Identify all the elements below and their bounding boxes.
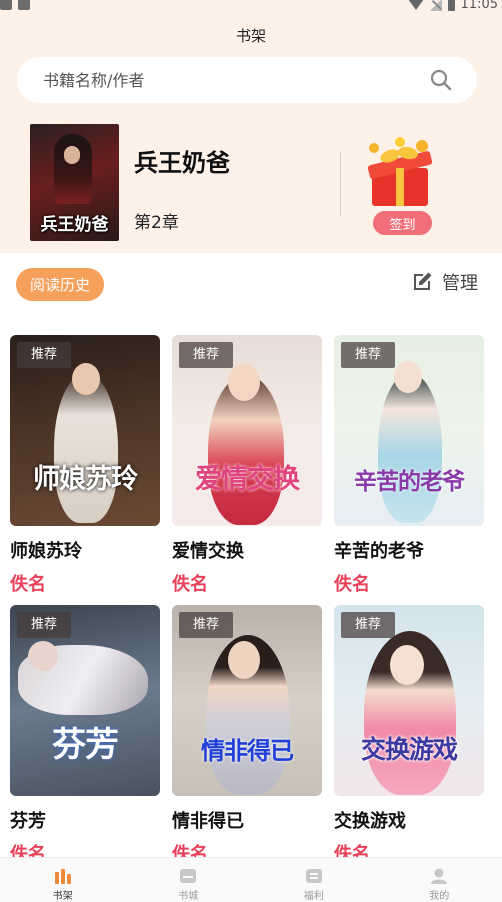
nav-welfare[interactable]: 福利 <box>251 858 377 902</box>
book-card[interactable]: 推荐 辛苦的老爷 辛苦的老爷 佚名 <box>334 335 484 596</box>
edit-icon <box>414 272 432 290</box>
nav-label: 福利 <box>303 891 324 902</box>
recommend-badge: 推荐 <box>17 612 71 638</box>
book-author: 佚名 <box>172 574 208 595</box>
book-author: 佚名 <box>10 574 46 595</box>
book-cover[interactable]: 推荐 芬芳 <box>10 605 160 796</box>
search-input[interactable] <box>43 57 423 103</box>
bookshelf-icon <box>54 869 71 884</box>
notification-icons <box>0 0 30 10</box>
book-name[interactable]: 芬芳 <box>10 807 160 833</box>
signin-button[interactable]: 签到 <box>373 211 432 235</box>
book-author: 佚名 <box>334 574 370 595</box>
notification-icon <box>0 0 12 10</box>
signal-icon <box>429 0 442 11</box>
current-reading[interactable]: 兵王奶爸 兵王奶爸 第2章 签到 <box>30 124 475 241</box>
current-book-cover[interactable]: 兵王奶爸 <box>30 124 119 241</box>
book-card[interactable]: 推荐 交换游戏 交换游戏 佚名 <box>334 605 484 866</box>
book-name[interactable]: 情非得已 <box>172 807 322 833</box>
battery-icon <box>447 0 455 11</box>
book-cover[interactable]: 推荐 师娘苏玲 <box>10 335 160 526</box>
wifi-icon <box>407 0 424 10</box>
reading-history-button[interactable]: 阅读历史 <box>16 268 104 301</box>
recommend-badge: 推荐 <box>17 342 71 368</box>
welfare-icon <box>305 869 322 883</box>
cover-title: 辛苦的老爷 <box>354 468 465 495</box>
book-name[interactable]: 爱情交换 <box>172 537 322 563</box>
recommend-badge: 推荐 <box>341 612 395 638</box>
book-card[interactable]: 推荐 爱情交换 爱情交换 佚名 <box>172 335 322 596</box>
manage-label: 管理 <box>442 273 478 294</box>
book-name[interactable]: 交换游戏 <box>334 807 484 833</box>
nav-profile[interactable]: 我的 <box>377 858 502 902</box>
gift-box-icon[interactable] <box>360 134 440 212</box>
current-book-title[interactable]: 兵王奶爸 <box>134 143 230 178</box>
cover-title: 情非得已 <box>201 736 294 765</box>
nav-label: 我的 <box>429 891 450 902</box>
recommend-badge: 推荐 <box>179 342 233 368</box>
cover-title: 师娘苏玲 <box>33 464 138 495</box>
notification-icon <box>18 0 30 10</box>
search-bar[interactable] <box>17 57 477 103</box>
book-card[interactable]: 推荐 情非得已 情非得已 佚名 <box>172 605 322 866</box>
cover-title: 交换游戏 <box>360 735 458 764</box>
profile-icon <box>431 868 448 884</box>
recommend-badge: 推荐 <box>179 612 233 638</box>
status-time: 11:05 <box>460 0 498 12</box>
book-cover[interactable]: 推荐 交换游戏 <box>334 605 484 796</box>
nav-bookshelf[interactable]: 书架 <box>0 858 126 902</box>
recommend-badge: 推荐 <box>341 342 395 368</box>
book-card[interactable]: 推荐 芬芳 芬芳 佚名 <box>10 605 160 866</box>
book-card[interactable]: 推荐 师娘苏玲 师娘苏玲 佚名 <box>10 335 160 596</box>
search-icon[interactable] <box>429 68 453 92</box>
bottom-nav: 书架 书城 福利 我的 <box>0 857 502 902</box>
nav-bookstore[interactable]: 书城 <box>126 858 252 902</box>
cover-title: 爱情交换 <box>195 464 300 495</box>
cover-title: 芬芳 <box>52 725 119 765</box>
book-cover[interactable]: 推荐 辛苦的老爷 <box>334 335 484 526</box>
book-cover[interactable]: 推荐 爱情交换 <box>172 335 322 526</box>
divider <box>340 152 341 216</box>
book-name[interactable]: 辛苦的老爷 <box>334 537 484 563</box>
nav-label: 书城 <box>178 891 199 902</box>
book-name[interactable]: 师娘苏玲 <box>10 537 160 563</box>
nav-label: 书架 <box>52 891 73 902</box>
status-bar: 11:05 <box>0 0 502 14</box>
page-title: 书架 <box>235 27 266 45</box>
manage-button[interactable]: 管理 <box>410 269 478 295</box>
bookstore-icon <box>180 869 197 883</box>
book-cover[interactable]: 推荐 情非得已 <box>172 605 322 796</box>
current-book-cover-title: 兵王奶爸 <box>40 215 109 235</box>
current-book-chapter: 第2章 <box>134 213 179 233</box>
